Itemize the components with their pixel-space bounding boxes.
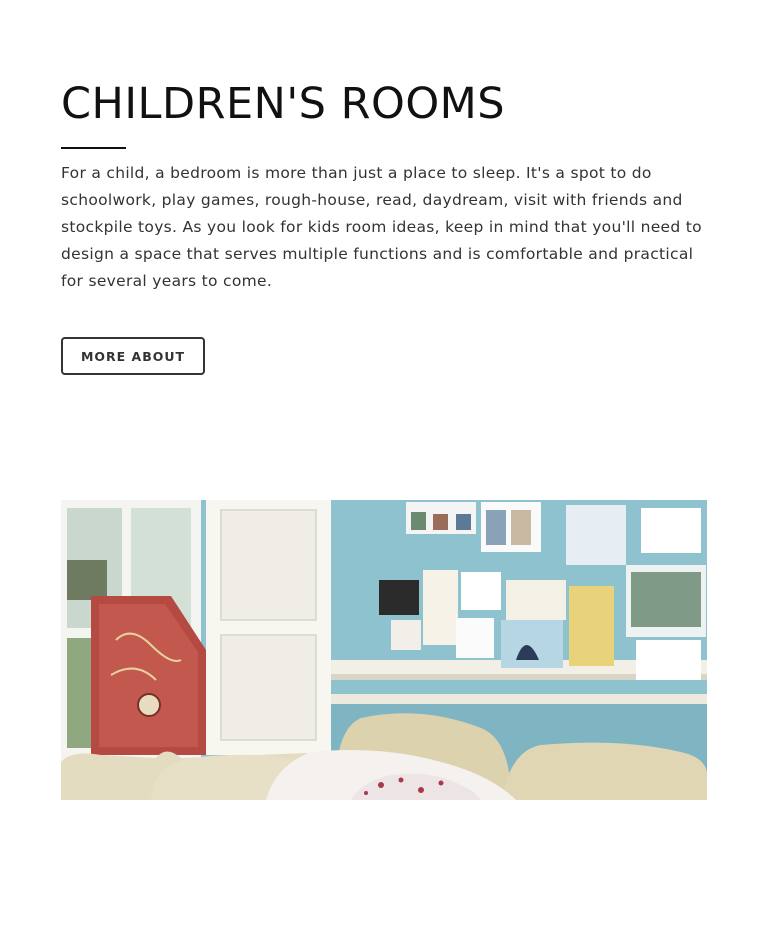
section-title: CHILDREN'S ROOMS bbox=[61, 79, 506, 129]
section-intro-text: For a child, a bedroom is more than just… bbox=[61, 164, 702, 290]
photo-illustration bbox=[61, 500, 707, 800]
kids-bedroom-photo bbox=[61, 500, 707, 800]
more-about-button[interactable]: MORE ABOUT bbox=[61, 337, 205, 375]
title-divider bbox=[61, 147, 126, 149]
